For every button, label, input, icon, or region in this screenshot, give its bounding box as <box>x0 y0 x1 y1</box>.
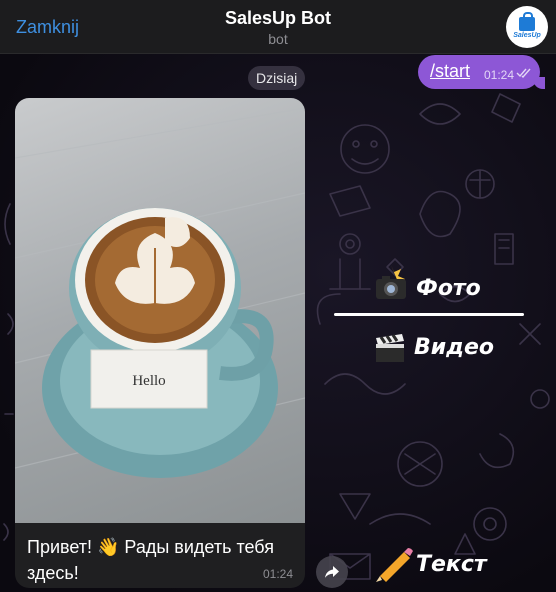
video-label: Видео <box>414 335 494 360</box>
photo-label: Фото <box>416 276 481 301</box>
date-separator: Dzisiaj <box>248 66 306 90</box>
incoming-message: Hello Привет! 👋 Рады видеть тебя здесь! … <box>15 98 305 588</box>
share-arrow-icon <box>325 566 339 578</box>
incoming-time: 01:24 <box>262 567 293 581</box>
chat-title: SalesUp Bot <box>224 8 332 28</box>
coffee-illustration: Hello <box>15 107 305 478</box>
overlay-divider <box>334 313 524 316</box>
avatar-logo-text: SalesUp <box>513 32 541 39</box>
chat-subtitle: bot <box>268 31 288 47</box>
hello-card-text: Hello <box>132 373 165 389</box>
pencil-icon <box>376 548 413 582</box>
message-caption: Привет! 👋 Рады видеть тебя здесь! <box>27 537 274 583</box>
double-check-icon <box>516 68 531 78</box>
bot-avatar[interactable]: SalesUp <box>506 6 548 48</box>
coffee-cup-photo[interactable]: Hello <box>15 98 305 523</box>
outgoing-time: 01:24 <box>483 68 514 82</box>
camera-flash-icon <box>376 265 406 299</box>
start-command-link[interactable]: /start <box>430 61 470 82</box>
shopping-bag-icon <box>519 12 535 31</box>
chat-header: Zamknij SalesUp Bot bot SalesUp <box>0 0 556 54</box>
clapperboard-icon <box>376 334 404 362</box>
text-label: Текст <box>416 552 487 577</box>
outgoing-message: /start 01:24 <box>418 55 545 89</box>
share-button[interactable] <box>316 556 348 588</box>
